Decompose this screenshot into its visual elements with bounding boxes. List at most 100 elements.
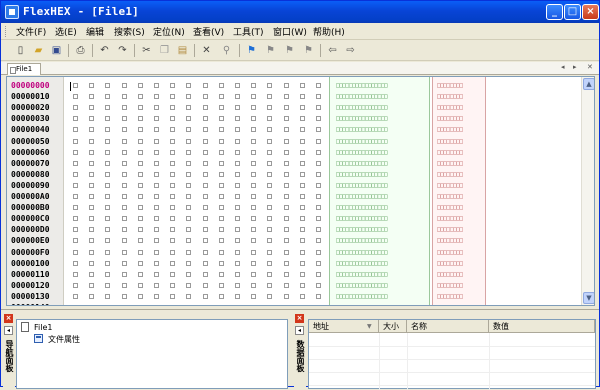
- hex-byte-cell[interactable]: [170, 216, 176, 222]
- hex-byte-cell[interactable]: [251, 94, 257, 100]
- hex-byte-cell[interactable]: [121, 105, 127, 111]
- menu-search[interactable]: 搜索(S): [114, 25, 145, 38]
- hex-byte-cell[interactable]: [316, 116, 321, 122]
- hex-byte-cell[interactable]: [122, 305, 127, 306]
- menu-file[interactable]: 文件(F): [16, 25, 46, 38]
- text-row[interactable]: □□□□□□□□□□□□□□□□: [336, 104, 388, 111]
- hex-byte-cell[interactable]: [299, 149, 305, 155]
- hex-byte-cell[interactable]: [219, 305, 224, 306]
- hex-byte-cell[interactable]: [89, 205, 95, 211]
- hex-byte-cell[interactable]: [105, 127, 111, 133]
- hex-byte-cell[interactable]: [186, 160, 192, 166]
- hex-byte-cell[interactable]: [73, 182, 78, 188]
- text-row[interactable]: □□□□□□□□□□□□□□□□: [336, 237, 388, 244]
- hex-byte-cell[interactable]: [316, 138, 321, 144]
- unicode-row[interactable]: □□□□□□□□: [437, 193, 463, 200]
- hex-byte-cell[interactable]: [316, 260, 321, 266]
- scroll-up-button[interactable]: ▲: [583, 78, 594, 90]
- hex-byte-cell[interactable]: [73, 194, 78, 199]
- hex-byte-cell[interactable]: [170, 293, 176, 299]
- unicode-row[interactable]: □□□□□□□□: [437, 282, 463, 289]
- copy-icon[interactable]: ❐: [157, 43, 172, 58]
- hex-byte-cell[interactable]: [316, 105, 321, 111]
- hex-byte-cell[interactable]: [73, 271, 78, 277]
- hex-byte-cell[interactable]: [283, 94, 289, 100]
- hex-byte-cell[interactable]: [267, 149, 273, 155]
- hex-byte-cell[interactable]: [154, 227, 159, 233]
- hex-byte-cell[interactable]: [299, 216, 305, 222]
- hex-byte-cell[interactable]: [218, 205, 224, 211]
- pin-panel-icon[interactable]: ◂: [4, 326, 13, 335]
- hex-byte-cell[interactable]: [202, 271, 208, 277]
- hex-byte-cell[interactable]: [218, 194, 224, 199]
- paste-icon[interactable]: ▤: [175, 43, 190, 58]
- hex-byte-cell[interactable]: [316, 227, 321, 233]
- hex-byte-cell[interactable]: [186, 260, 192, 266]
- tab-file1[interactable]: File1: [7, 63, 41, 75]
- unicode-row[interactable]: □□□□□□□□: [437, 182, 463, 189]
- hex-byte-cell[interactable]: [105, 305, 110, 306]
- hex-byte-cell[interactable]: [218, 282, 224, 288]
- hex-byte-cell[interactable]: [89, 149, 95, 155]
- hex-byte-cell[interactable]: [235, 227, 240, 233]
- hex-byte-cell[interactable]: [283, 260, 289, 266]
- hex-byte-cell[interactable]: [137, 182, 143, 188]
- hex-byte-cell[interactable]: [267, 205, 273, 211]
- hex-byte-cell[interactable]: [316, 127, 321, 133]
- hex-byte-cell[interactable]: [121, 227, 127, 233]
- cut-icon[interactable]: ✂: [139, 43, 154, 58]
- tab-scroll-right-icon[interactable]: ▸: [573, 63, 577, 71]
- hex-byte-cell[interactable]: [105, 138, 111, 144]
- hex-byte-cell[interactable]: [251, 127, 257, 133]
- hex-byte-cell[interactable]: [121, 138, 127, 144]
- print-icon[interactable]: ⎙: [73, 43, 88, 58]
- hex-byte-cell[interactable]: [299, 260, 305, 266]
- hex-byte-cell[interactable]: [73, 305, 78, 306]
- text-column[interactable]: □□□□□□□□□□□□□□□□ □□□□□□□□□□□□□□□□ □□□□□□□□…: [329, 77, 430, 305]
- unicode-row[interactable]: □□□□□□□□: [437, 104, 463, 111]
- hex-byte-cell[interactable]: [267, 238, 273, 244]
- hex-byte-cell[interactable]: [299, 282, 305, 288]
- hex-byte-cell[interactable]: [202, 83, 208, 88]
- text-row[interactable]: □□□□□□□□□□□□□□□□: [336, 215, 388, 222]
- hex-byte-cell[interactable]: [137, 149, 143, 155]
- hex-byte-cell[interactable]: [186, 205, 192, 211]
- hex-byte-cell[interactable]: [89, 105, 95, 111]
- hex-byte-cell[interactable]: [235, 293, 240, 299]
- hex-byte-cell[interactable]: [89, 249, 95, 255]
- hex-byte-cell[interactable]: [267, 182, 273, 188]
- hex-byte-cell[interactable]: [137, 205, 143, 211]
- text-row[interactable]: □□□□□□□□□□□□□□□□: [336, 260, 388, 267]
- hex-byte-cell[interactable]: [186, 149, 192, 155]
- hex-byte-cell[interactable]: [186, 138, 192, 144]
- hex-byte-cell[interactable]: [316, 216, 321, 222]
- unicode-row[interactable]: □□□□□□□□: [437, 226, 463, 233]
- unicode-column[interactable]: □□□□□□□□ □□□□□□□□ □□□□□□□□ □□□□□□□□ □□□□□□□□…: [432, 77, 486, 305]
- unicode-row[interactable]: □□□□□□□□: [437, 115, 463, 122]
- hex-byte-cell[interactable]: [154, 105, 159, 111]
- hex-byte-cell[interactable]: [89, 94, 95, 100]
- hex-byte-cell[interactable]: [73, 282, 78, 288]
- hex-byte-cell[interactable]: [170, 249, 176, 255]
- scroll-down-button[interactable]: ▼: [583, 292, 594, 304]
- hex-byte-cell[interactable]: [202, 282, 208, 288]
- hex-byte-cell[interactable]: [137, 271, 143, 277]
- hex-byte-cell[interactable]: [235, 238, 240, 244]
- hex-byte-cell[interactable]: [251, 149, 257, 155]
- hex-byte-cell[interactable]: [89, 116, 95, 122]
- hex-byte-cell[interactable]: [202, 138, 208, 144]
- hex-byte-cell[interactable]: [283, 116, 289, 122]
- hex-byte-cell[interactable]: [267, 249, 273, 255]
- hex-byte-cell[interactable]: [202, 127, 208, 133]
- text-row[interactable]: □□□□□□□□□□□□□□□□: [336, 138, 388, 145]
- hex-byte-cell[interactable]: [283, 149, 289, 155]
- hex-byte-cell[interactable]: [218, 171, 224, 177]
- hex-byte-cell[interactable]: [235, 127, 240, 133]
- hex-byte-cell[interactable]: [121, 171, 127, 177]
- hex-byte-cell[interactable]: [267, 305, 272, 306]
- hex-byte-cell[interactable]: [202, 94, 208, 100]
- unicode-row[interactable]: □□□□□□□□: [437, 160, 463, 167]
- hex-byte-cell[interactable]: [299, 83, 305, 88]
- hex-byte-cell[interactable]: [299, 271, 305, 277]
- hex-byte-cell[interactable]: [299, 227, 305, 233]
